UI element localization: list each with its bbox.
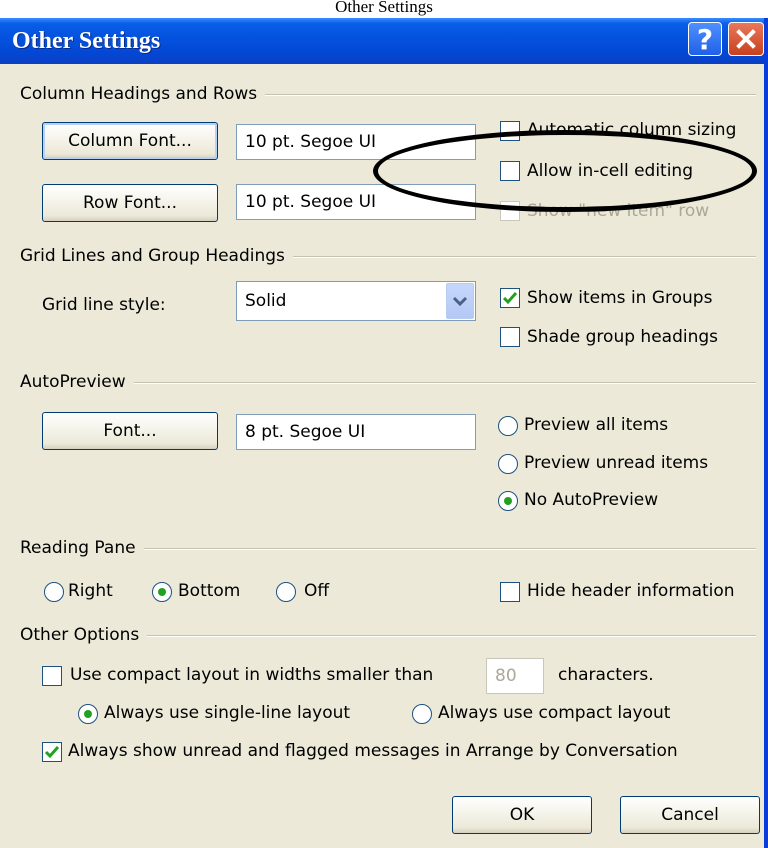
show-items-in-groups-checkbox[interactable] bbox=[500, 288, 520, 308]
preview-all-items-label: Preview all items bbox=[524, 415, 669, 435]
reading-pane-right-radio[interactable] bbox=[44, 582, 64, 602]
radio-selected-dot bbox=[158, 588, 166, 596]
reading-pane-off-radio[interactable] bbox=[276, 582, 296, 602]
always-single-line-radio[interactable] bbox=[78, 704, 98, 724]
close-button[interactable] bbox=[728, 22, 764, 56]
hide-header-information-checkbox[interactable] bbox=[500, 582, 520, 602]
group-heading-other-options: Other Options bbox=[20, 624, 148, 646]
show-items-in-groups-label: Show items in Groups bbox=[527, 288, 713, 308]
compact-width-field[interactable]: 80 bbox=[486, 658, 544, 694]
help-icon: ? bbox=[696, 23, 714, 56]
group-heading-reading-pane: Reading Pane bbox=[20, 537, 144, 559]
row-font-button[interactable]: Row Font... bbox=[42, 184, 218, 222]
grid-line-style-label: Grid line style: bbox=[42, 295, 166, 315]
cancel-button[interactable]: Cancel bbox=[620, 796, 760, 834]
group-heading-grid-lines: Grid Lines and Group Headings bbox=[20, 245, 293, 267]
autopreview-font-field: 8 pt. Segoe UI bbox=[236, 414, 476, 450]
show-unread-flagged-label: Always show unread and flagged messages … bbox=[68, 741, 678, 761]
row-font-button-label: Row Font... bbox=[83, 193, 177, 213]
ok-button[interactable]: OK bbox=[452, 796, 592, 834]
use-compact-layout-label: Use compact layout in widths smaller tha… bbox=[70, 665, 434, 685]
always-single-line-label: Always use single-line layout bbox=[104, 703, 351, 723]
use-compact-layout-checkbox[interactable] bbox=[42, 666, 62, 686]
group-heading-column-headings: Column Headings and Rows bbox=[20, 83, 266, 105]
column-font-button[interactable]: Column Font... bbox=[42, 122, 218, 160]
reading-pane-right-label: Right bbox=[68, 581, 113, 601]
shade-group-headings-checkbox[interactable] bbox=[500, 327, 520, 347]
ok-button-label: OK bbox=[509, 805, 535, 825]
close-icon bbox=[736, 29, 756, 49]
annotation-ellipse bbox=[373, 130, 757, 212]
characters-label: characters. bbox=[558, 665, 654, 685]
grid-line-style-select[interactable]: Solid bbox=[236, 281, 476, 321]
window-caption-strip: Other Settings bbox=[0, 0, 768, 18]
no-autopreview-radio[interactable] bbox=[498, 491, 518, 511]
dropdown-arrow-button[interactable] bbox=[446, 283, 474, 319]
always-compact-label: Always use compact layout bbox=[438, 703, 671, 723]
cancel-button-label: Cancel bbox=[661, 805, 719, 825]
checkmark-icon bbox=[502, 292, 518, 305]
autopreview-font-button[interactable]: Font... bbox=[42, 412, 218, 450]
no-autopreview-label: No AutoPreview bbox=[524, 490, 659, 510]
dialog-title: Other Settings bbox=[12, 28, 161, 54]
hide-header-information-label: Hide header information bbox=[527, 581, 735, 601]
title-bar: Other Settings ? bbox=[0, 18, 764, 64]
reading-pane-bottom-label: Bottom bbox=[178, 581, 241, 601]
autopreview-font-button-label: Font... bbox=[103, 421, 157, 441]
always-compact-radio[interactable] bbox=[412, 704, 432, 724]
reading-pane-bottom-radio[interactable] bbox=[152, 582, 172, 602]
group-heading-autopreview: AutoPreview bbox=[20, 371, 134, 393]
show-unread-flagged-checkbox[interactable] bbox=[42, 742, 62, 762]
chevron-down-icon bbox=[452, 296, 468, 307]
other-settings-dialog: Other Settings ? Column Headings and Row… bbox=[0, 18, 768, 848]
radio-selected-dot bbox=[84, 710, 92, 718]
shade-group-headings-label: Shade group headings bbox=[527, 327, 719, 347]
reading-pane-off-label: Off bbox=[304, 581, 330, 601]
preview-unread-items-radio[interactable] bbox=[498, 454, 518, 474]
preview-unread-items-label: Preview unread items bbox=[524, 453, 709, 473]
radio-selected-dot bbox=[504, 497, 512, 505]
column-font-button-label: Column Font... bbox=[68, 131, 192, 151]
preview-all-items-radio[interactable] bbox=[498, 416, 518, 436]
grid-line-style-value: Solid bbox=[245, 291, 287, 311]
checkmark-icon bbox=[44, 746, 60, 759]
help-button[interactable]: ? bbox=[688, 22, 722, 56]
